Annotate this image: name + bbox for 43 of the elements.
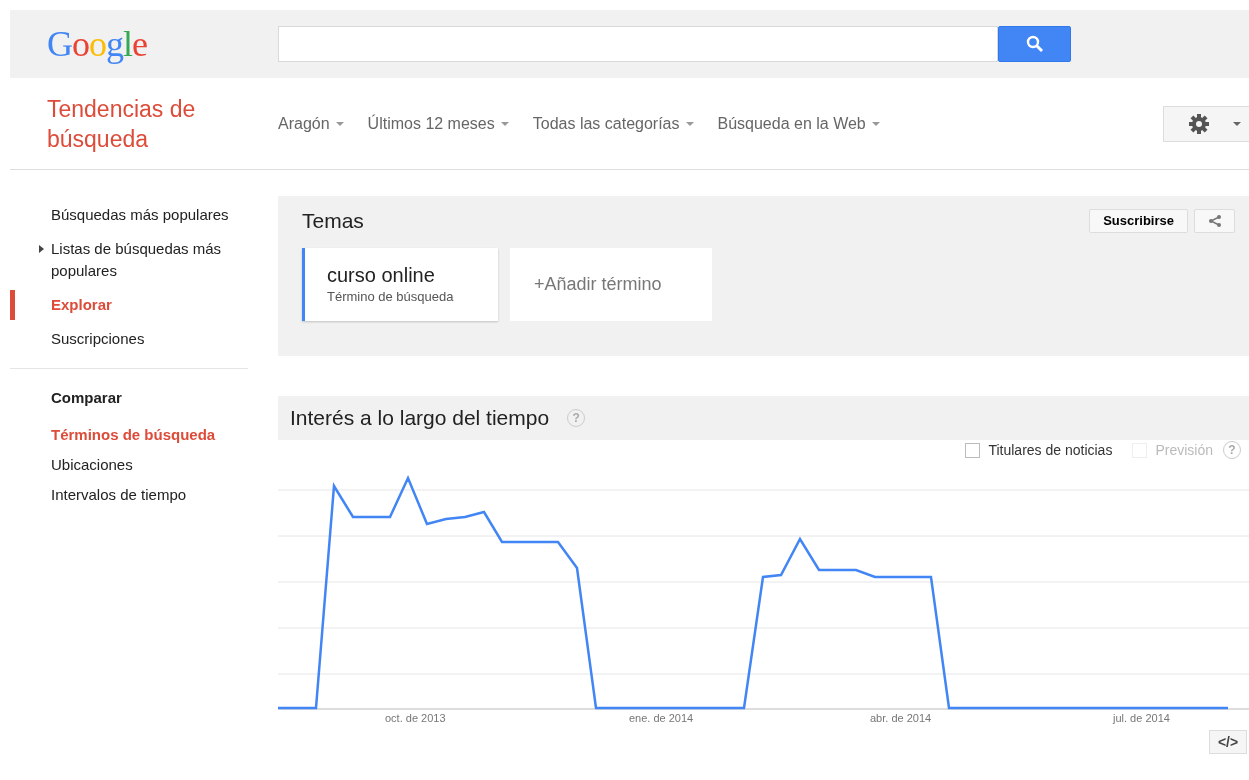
settings-icon — [1188, 112, 1210, 135]
share-button[interactable] — [1194, 208, 1235, 233]
sidebar-item[interactable]: Búsquedas más populares — [10, 198, 248, 232]
filter-dropdown[interactable]: Últimos 12 meses — [367, 111, 509, 136]
checkbox-label: Previsión — [1155, 440, 1213, 460]
sidebar-item[interactable]: Listas de búsquedas más populares — [10, 232, 248, 288]
axis-label: jul. de 2014 — [1113, 711, 1170, 726]
sidebar-item[interactable]: Suscripciones — [10, 322, 248, 356]
axis-label: abr. de 2014 — [870, 711, 932, 726]
share-icon — [1207, 214, 1222, 227]
selection-bar — [10, 290, 15, 320]
caret-icon — [871, 121, 880, 126]
filter-dropdown[interactable]: Búsqueda en la Web — [717, 111, 880, 136]
expand-icon — [39, 245, 44, 253]
section-heading: Temas — [302, 208, 364, 234]
add-term-button[interactable]: +Añadir término — [510, 248, 712, 322]
caret-icon — [1233, 121, 1241, 126]
subscribe-button[interactable]: Suscribirse — [1089, 208, 1188, 233]
search-icon — [1025, 35, 1044, 53]
google-logo[interactable]: Google — [47, 24, 147, 64]
sidebar-item[interactable]: Explorar — [10, 288, 248, 322]
embed-button[interactable]: </> — [1209, 730, 1247, 754]
checkbox[interactable] — [965, 442, 981, 458]
search-field[interactable] — [278, 26, 998, 62]
term-subtitle: Término de búsqueda — [327, 288, 455, 307]
filter-dropdown[interactable]: Aragón — [278, 111, 344, 136]
caret-icon — [685, 121, 694, 126]
sidebar-heading: Comparar — [50, 388, 123, 408]
sidebar-item[interactable]: Ubicaciones — [10, 449, 248, 480]
term-card[interactable]: curso online Término de búsqueda — [302, 248, 498, 322]
section-heading: Interés a lo largo del tiempo — [290, 405, 550, 431]
page-title: Tendencias de búsqueda — [46, 94, 197, 154]
term-title: curso online — [327, 263, 436, 288]
caret-icon — [500, 121, 509, 126]
axis-label: ene. de 2014 — [629, 711, 694, 726]
sidebar-item[interactable]: Términos de búsqueda — [10, 419, 248, 450]
filter-dropdown[interactable]: Todas las categorías — [532, 111, 694, 136]
settings-button[interactable] — [1163, 105, 1249, 142]
checkbox-label: Titulares de noticias — [988, 440, 1113, 460]
sidebar-item[interactable]: Intervalos de tiempo — [10, 479, 248, 510]
caret-icon — [335, 121, 344, 126]
axis-label: oct. de 2013 — [385, 711, 446, 726]
search-button[interactable] — [998, 26, 1071, 62]
